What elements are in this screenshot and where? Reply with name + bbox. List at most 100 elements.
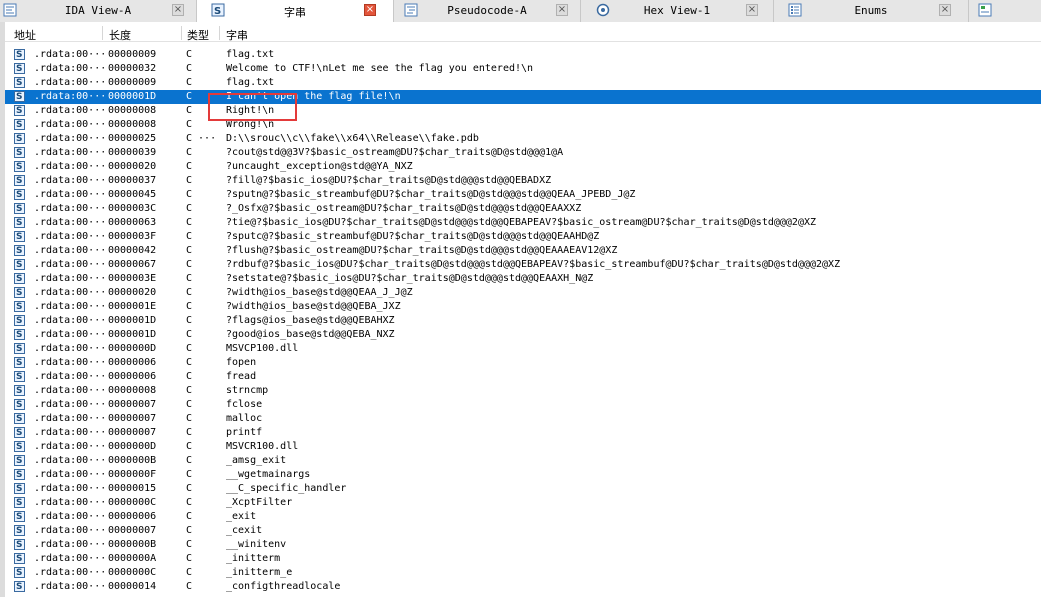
- length-cell: 0000003F: [108, 231, 157, 242]
- length-cell: 00000006: [108, 511, 157, 522]
- table-row[interactable]: .rdata:00···0000003C C ?_Osfx@?$basic_ostr…: [5, 202, 1041, 216]
- string-icon: [14, 455, 26, 467]
- table-row[interactable]: .rdata:00···00000037 C ?fill@?$basic_ios@D…: [5, 174, 1041, 188]
- table-row[interactable]: .rdata:00···00000025 C ··· D:\\srouc\\c\\f…: [5, 132, 1041, 146]
- table-row[interactable]: .rdata:00···0000000C C _XcptFilter: [5, 496, 1041, 510]
- table-row[interactable]: .rdata:00···00000045 C ?sputn@?$basic_stre…: [5, 188, 1041, 202]
- type-cell: C: [186, 161, 193, 172]
- string-cell: ?uncaught_exception@std@@YA_NXZ: [226, 161, 413, 172]
- tab-ida-view-a[interactable]: IDA View-A ×: [0, 0, 197, 22]
- tab-structures[interactable]: [969, 0, 1041, 22]
- column-divider[interactable]: [181, 26, 182, 40]
- tab-pseudocode-a[interactable]: Pseudocode-A ×: [394, 0, 581, 22]
- type-cell: C: [186, 511, 193, 522]
- string-icon: [14, 343, 26, 355]
- table-row[interactable]: .rdata:00···00000063 C ?tie@?$basic_ios@DU…: [5, 216, 1041, 230]
- table-row[interactable]: .rdata:00···0000000A C _initterm: [5, 552, 1041, 566]
- length-cell: 00000009: [108, 77, 157, 88]
- table-row[interactable]: .rdata:00···0000001D C ?good@ios_base@std@…: [5, 328, 1041, 342]
- length-cell: 00000008: [108, 385, 157, 396]
- table-row[interactable]: .rdata:00···0000001D C ?flags@ios_base@std…: [5, 314, 1041, 328]
- column-header-length[interactable]: 长度: [109, 27, 131, 43]
- table-row[interactable]: .rdata:00···00000007 Cprintf: [5, 426, 1041, 440]
- column-header-type[interactable]: 类型: [187, 27, 209, 43]
- table-row[interactable]: .rdata:00···00000020 C ?width@ios_base@std…: [5, 286, 1041, 300]
- table-row[interactable]: .rdata:00···0000001D C I can't open the fl…: [5, 90, 1041, 104]
- address-cell: .rdata:00···: [34, 77, 106, 88]
- tab-enums[interactable]: Enums ×: [774, 0, 969, 22]
- table-row[interactable]: .rdata:00···00000009 Cflag.txt: [5, 76, 1041, 90]
- table-row[interactable]: .rdata:00···00000008 C Right!\n: [5, 104, 1041, 118]
- address-cell: .rdata:00···: [34, 245, 106, 256]
- table-row[interactable]: .rdata:00···00000020 C ?uncaught_exception…: [5, 160, 1041, 174]
- type-cell: C: [186, 217, 193, 228]
- string-icon: [14, 105, 26, 117]
- close-icon[interactable]: ×: [939, 4, 951, 16]
- string-cell: _amsg_exit: [226, 455, 287, 466]
- type-cell: C: [186, 399, 193, 410]
- string-icon: [14, 483, 26, 495]
- string-icon: [14, 399, 26, 411]
- table-row[interactable]: .rdata:00···00000067 C ?rdbuf@?$basic_ios@…: [5, 258, 1041, 272]
- type-cell: C: [186, 147, 193, 158]
- table-row[interactable]: .rdata:00···0000003E C ?setstate@?$basic_i…: [5, 272, 1041, 286]
- column-header-address[interactable]: 地址: [14, 27, 36, 43]
- table-row[interactable]: .rdata:00···0000000D C MSVCR100.dll: [5, 440, 1041, 454]
- column-divider[interactable]: [219, 26, 220, 40]
- tab-hex-view-1[interactable]: Hex View-1 ×: [581, 0, 774, 22]
- length-cell: 0000000D: [108, 343, 157, 354]
- table-row[interactable]: .rdata:00···0000000B C _amsg_exit: [5, 454, 1041, 468]
- table-row[interactable]: .rdata:00···00000039 C ?cout@std@@3V?$basi…: [5, 146, 1041, 160]
- table-row[interactable]: .rdata:00···00000015 C __C_specific_handle…: [5, 482, 1041, 496]
- type-cell: C: [186, 413, 193, 424]
- string-icon: [14, 245, 26, 257]
- column-divider[interactable]: [102, 26, 103, 40]
- string-icon: [14, 525, 26, 537]
- table-row[interactable]: .rdata:00···0000003F C ?sputc@?$basic_stre…: [5, 230, 1041, 244]
- string-cell: ?fill@?$basic_ios@DU?$char_traits@D@std@…: [226, 175, 552, 186]
- table-row[interactable]: .rdata:00···00000032 C Welcome to CTF!\nLe…: [5, 62, 1041, 76]
- string-cell: _exit: [226, 511, 257, 522]
- string-icon: [14, 567, 26, 579]
- close-icon[interactable]: ×: [364, 4, 376, 16]
- string-cell: ?flush@?$basic_ostream@DU?$char_traits@D…: [226, 245, 618, 256]
- tab-strings[interactable]: S 字串 ×: [197, 0, 394, 22]
- string-cell: ?width@ios_base@std@@QEBA_JXZ: [226, 301, 401, 312]
- table-row[interactable]: .rdata:00···00000006 Cfopen: [5, 356, 1041, 370]
- string-icon: [14, 63, 26, 75]
- type-cell: C: [186, 329, 193, 340]
- close-icon[interactable]: ×: [172, 4, 184, 16]
- table-row[interactable]: .rdata:00···00000042 C ?flush@?$basic_ostr…: [5, 244, 1041, 258]
- address-cell: .rdata:00···: [34, 343, 106, 354]
- length-cell: 00000008: [108, 105, 157, 116]
- table-row[interactable]: .rdata:00···00000007 Cfclose: [5, 398, 1041, 412]
- length-cell: 0000000D: [108, 441, 157, 452]
- length-cell: 00000008: [108, 119, 157, 130]
- table-row[interactable]: .rdata:00···00000008 C Wrong!\n: [5, 118, 1041, 132]
- table-row[interactable]: .rdata:00···00000014 C _configthreadlocale: [5, 580, 1041, 594]
- table-row[interactable]: .rdata:00···0000000D C MSVCP100.dll: [5, 342, 1041, 356]
- length-cell: 00000063: [108, 217, 157, 228]
- table-row[interactable]: .rdata:00···00000006 C _exit: [5, 510, 1041, 524]
- table-row[interactable]: .rdata:00···0000000C C _initterm_e: [5, 566, 1041, 580]
- type-cell: C: [186, 371, 193, 382]
- string-cell: flag.txt: [226, 49, 275, 60]
- table-row[interactable]: .rdata:00···0000000F C __wgetmainargs: [5, 468, 1041, 482]
- table-row[interactable]: .rdata:00···00000007 Cmalloc: [5, 412, 1041, 426]
- address-cell: .rdata:00···: [34, 119, 106, 130]
- close-icon[interactable]: ×: [556, 4, 568, 16]
- table-row[interactable]: .rdata:00···00000006 Cfread: [5, 370, 1041, 384]
- address-cell: .rdata:00···: [34, 455, 106, 466]
- string-cell: __wgetmainargs: [226, 469, 311, 480]
- column-header-string[interactable]: 字串: [226, 27, 248, 43]
- tab-bar: IDA View-A × S 字串 × Pseudocode-A × Hex V…: [0, 0, 1041, 22]
- table-row[interactable]: .rdata:00···00000009 Cflag.txt: [5, 48, 1041, 62]
- address-cell: .rdata:00···: [34, 399, 106, 410]
- table-row[interactable]: .rdata:00···0000001E C ?width@ios_base@std…: [5, 300, 1041, 314]
- close-icon[interactable]: ×: [746, 4, 758, 16]
- string-icon: [14, 259, 26, 271]
- table-row[interactable]: .rdata:00···00000008 Cstrncmp: [5, 384, 1041, 398]
- table-row[interactable]: .rdata:00···0000000B C __winitenv: [5, 538, 1041, 552]
- length-cell: 00000020: [108, 161, 157, 172]
- table-row[interactable]: .rdata:00···00000007 C _cexit: [5, 524, 1041, 538]
